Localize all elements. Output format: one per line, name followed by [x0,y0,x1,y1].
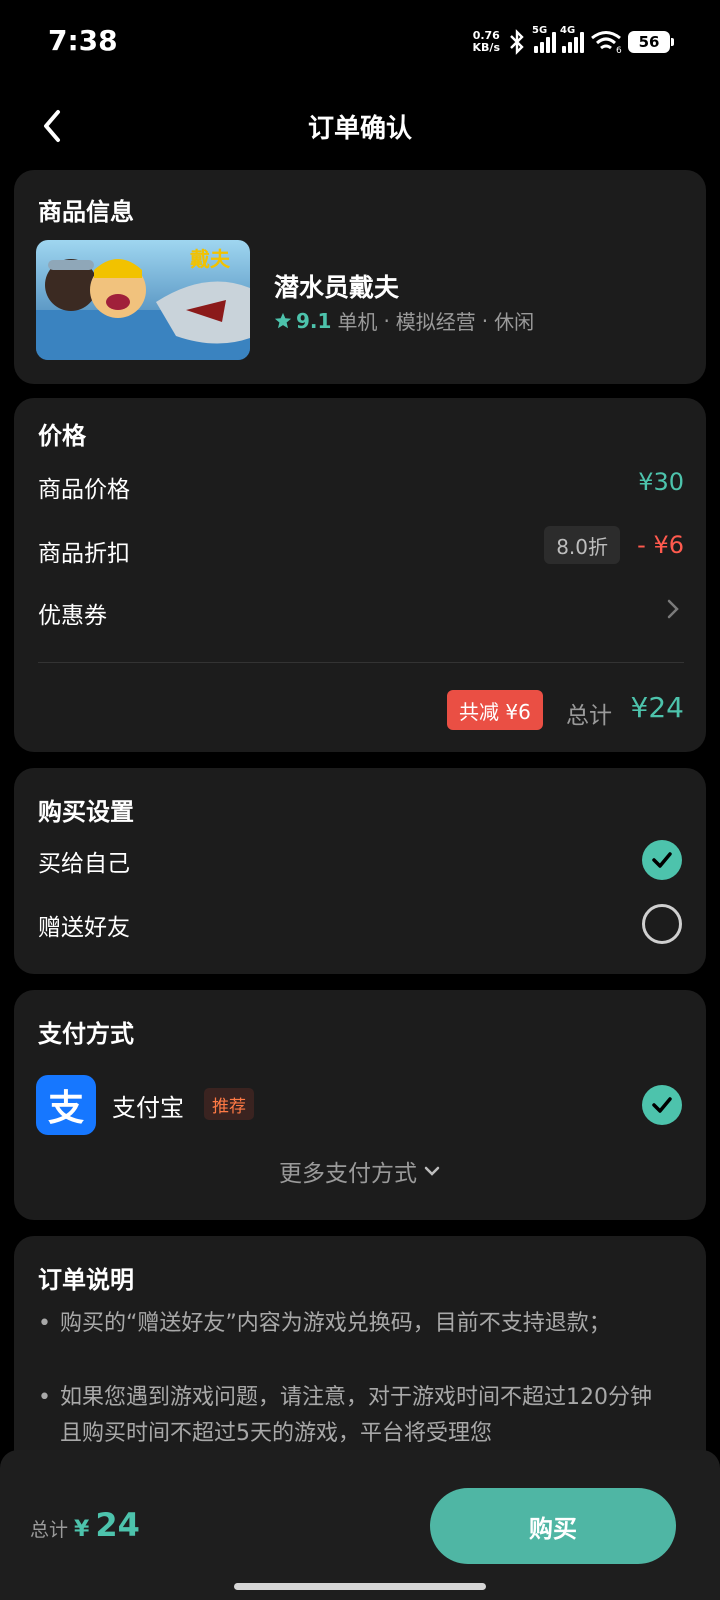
signal-4g-icon: 4G [560,25,584,53]
coupon-row[interactable]: 优惠券 [14,578,706,638]
option-label: 赠送好友 [38,915,130,941]
radio-checked[interactable] [642,840,682,880]
home-indicator[interactable] [234,1583,486,1590]
product-name: 潜水员戴夫 [274,273,400,302]
discount-label: 商品折扣 [38,541,130,567]
payment-card: 支付方式 支 支付宝 推荐 更多支付方式 [14,990,706,1220]
discount-amount: - ¥6 [637,531,684,559]
option-label: 买给自己 [38,851,130,877]
buy-button[interactable]: 购买 [430,1488,676,1564]
svg-text:6: 6 [616,46,622,54]
bottom-total-label: 总计 [30,1519,69,1541]
status-bar: 7:38 0.76 KB/s 5G 4G 6 56 [0,0,720,84]
header: 订单确认 [0,84,720,170]
product-card: 商品信息 戴夫 潜水员戴夫 9.1 单机 · 模拟经营 · 休闲 [14,170,706,384]
product-meta: 9.1 单机 · 模拟经营 · 休闲 [274,306,534,335]
gift-friend-option[interactable]: 赠送好友 [14,892,706,954]
bottom-currency: ¥ [74,1517,90,1542]
bottom-total: 总计 ¥ 24 [30,1506,140,1544]
payment-method-label: 支付宝 [112,1094,184,1122]
radio-unchecked[interactable] [642,904,682,944]
alipay-icon: 支 [36,1075,96,1135]
item-price-label: 商品价格 [38,477,130,503]
bottom-bar: 总计 ¥ 24 购买 [0,1450,720,1600]
total-value: ¥24 [630,691,684,724]
coupon-label: 优惠券 [38,603,107,629]
tag: 单机 [337,310,378,334]
tag: 休闲 [494,310,535,334]
more-payment-methods[interactable]: 更多支付方式 [14,1154,706,1188]
status-icons: 0.76 KB/s 5G 4G 6 56 [472,25,674,58]
product-section-title: 商品信息 [38,198,134,226]
purchase-settings-card: 购买设置 买给自己 赠送好友 [14,768,706,974]
payment-section-title: 支付方式 [38,1020,134,1048]
wifi-icon: 6 [591,31,622,54]
bottom-total-value: 24 [95,1506,140,1544]
note-item: • 购买的“赠送好友”内容为游戏兑换码，目前不支持退款； [38,1311,611,1336]
total-label: 总计 [566,703,612,729]
item-price-value: ¥30 [638,468,684,496]
note-item: • 如果您遇到游戏问题，请注意，对于游戏时间不超过120分钟且购买时间不超过5天… [38,1385,652,1446]
radio-checked[interactable] [642,1085,682,1125]
check-icon [652,852,672,868]
bluetooth-icon [510,29,524,55]
game-cover-image: 戴夫 [36,240,250,360]
alipay-option[interactable]: 支 支付宝 推荐 [14,1072,706,1138]
chevron-right-icon [667,599,679,619]
tag: 模拟经营 [395,310,476,334]
tag-separator: · [383,308,390,333]
chevron-down-icon [424,1166,440,1176]
game-thumbnail[interactable]: 戴夫 [36,240,250,360]
notes-section-title: 订单说明 [38,1266,134,1294]
purchase-section-title: 购买设置 [38,798,134,826]
tag-separator: · [481,308,489,333]
signal-5g-icon: 5G [532,25,556,53]
price-card: 价格 商品价格 ¥30 商品折扣 8.0折 - ¥6 优惠券 共减 ¥6 总计 … [14,398,706,752]
buy-for-self-option[interactable]: 买给自己 [14,828,706,890]
recommend-badge: 推荐 [204,1088,254,1120]
svg-text:戴夫: 戴夫 [190,247,231,271]
total-reduce-badge: 共减 ¥6 [447,690,543,730]
network-speed: 0.76 KB/s [472,29,500,54]
discount-badge: 8.0折 [544,526,620,564]
rating: 9.1 [274,309,331,333]
status-time: 7:38 [48,24,118,57]
check-icon [652,1097,672,1113]
star-icon [274,312,292,328]
page-title: 订单确认 [307,114,412,144]
battery-icon: 56 [628,31,674,53]
divider [38,662,684,663]
price-section-title: 价格 [38,422,86,450]
